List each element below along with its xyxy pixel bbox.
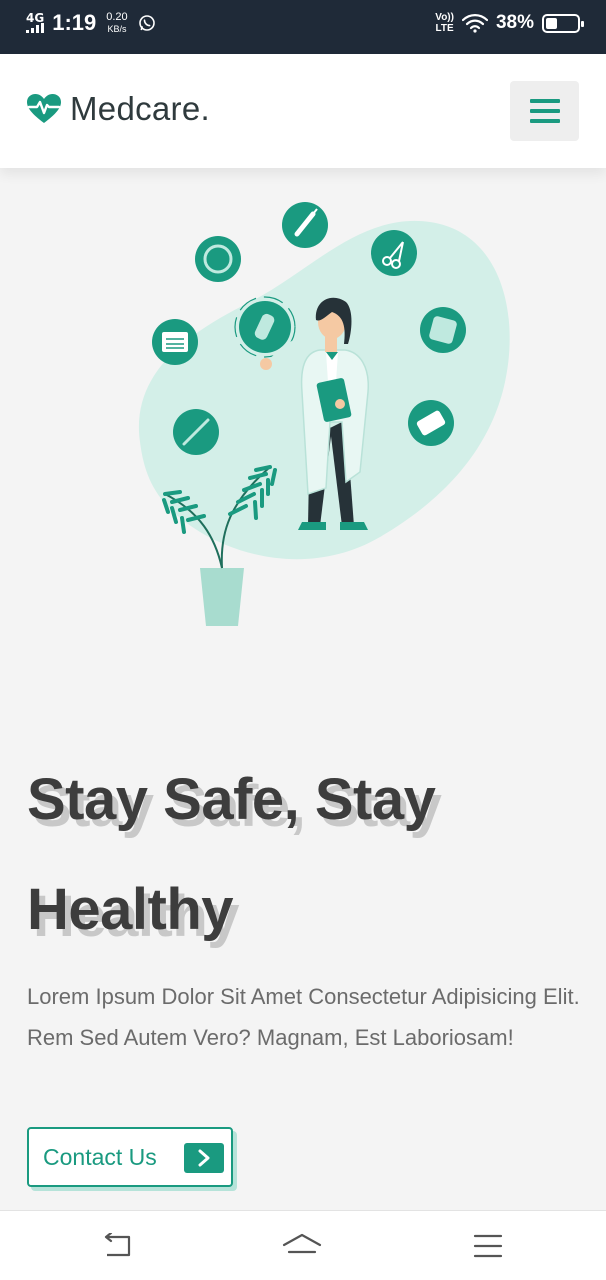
wifi-icon (461, 13, 488, 33)
back-button[interactable] (97, 1229, 137, 1263)
recents-menu-icon (473, 1233, 503, 1259)
medical-icon-scissors (371, 230, 417, 276)
signal-indicator: 4G (26, 11, 45, 33)
medical-icon-bandage (420, 307, 466, 353)
site-header: Medcare. (0, 54, 606, 168)
signal-icon (26, 23, 44, 33)
home-button[interactable] (282, 1229, 322, 1263)
volte-indicator: Vo)) LTE (435, 12, 454, 34)
battery-icon (542, 13, 584, 33)
network-speed: 0.20 KB/s (106, 11, 127, 35)
medical-icon-ring (195, 236, 241, 282)
hero-title: Stay Safe, Stay Healthy (27, 767, 436, 942)
network-speed-value: 0.20 (106, 11, 128, 23)
medical-icon-pill-pack (408, 400, 454, 446)
network-speed-unit: KB/s (107, 24, 127, 34)
menu-button[interactable] (510, 81, 579, 141)
contact-us-label: Contact Us (43, 1143, 157, 1170)
back-icon (101, 1233, 133, 1259)
network-type: 4G (26, 11, 45, 25)
logo-text: Medcare. (70, 90, 210, 127)
medical-icon-calendar (152, 319, 198, 365)
contact-us-button[interactable]: Contact Us (27, 1127, 233, 1187)
hamburger-menu-icon (529, 97, 561, 125)
battery-level-fill (546, 17, 558, 29)
hero-illustration (120, 192, 520, 632)
volte-top-label: Vo)) (435, 12, 454, 23)
clock-time: 1:19 (52, 10, 97, 35)
whatsapp-icon (138, 14, 156, 32)
recents-button[interactable] (468, 1229, 508, 1263)
system-nav-bar (0, 1210, 606, 1280)
chevron-right-icon (184, 1143, 224, 1173)
medical-icon-thermometer (173, 409, 219, 455)
battery-percent: 38% (495, 12, 534, 33)
status-bar: 4G 1:19 0.20 KB/s Vo)) LTE 38% (0, 0, 606, 54)
medical-icon-syringe (282, 202, 328, 248)
site-logo[interactable]: Medcare. (26, 90, 210, 128)
heart-pulse-icon (26, 93, 62, 125)
volte-bottom-label: LTE (435, 23, 454, 34)
home-icon (281, 1232, 323, 1260)
hero-description: Lorem Ipsum Dolor Sit Amet Consectetur A… (27, 984, 580, 1050)
